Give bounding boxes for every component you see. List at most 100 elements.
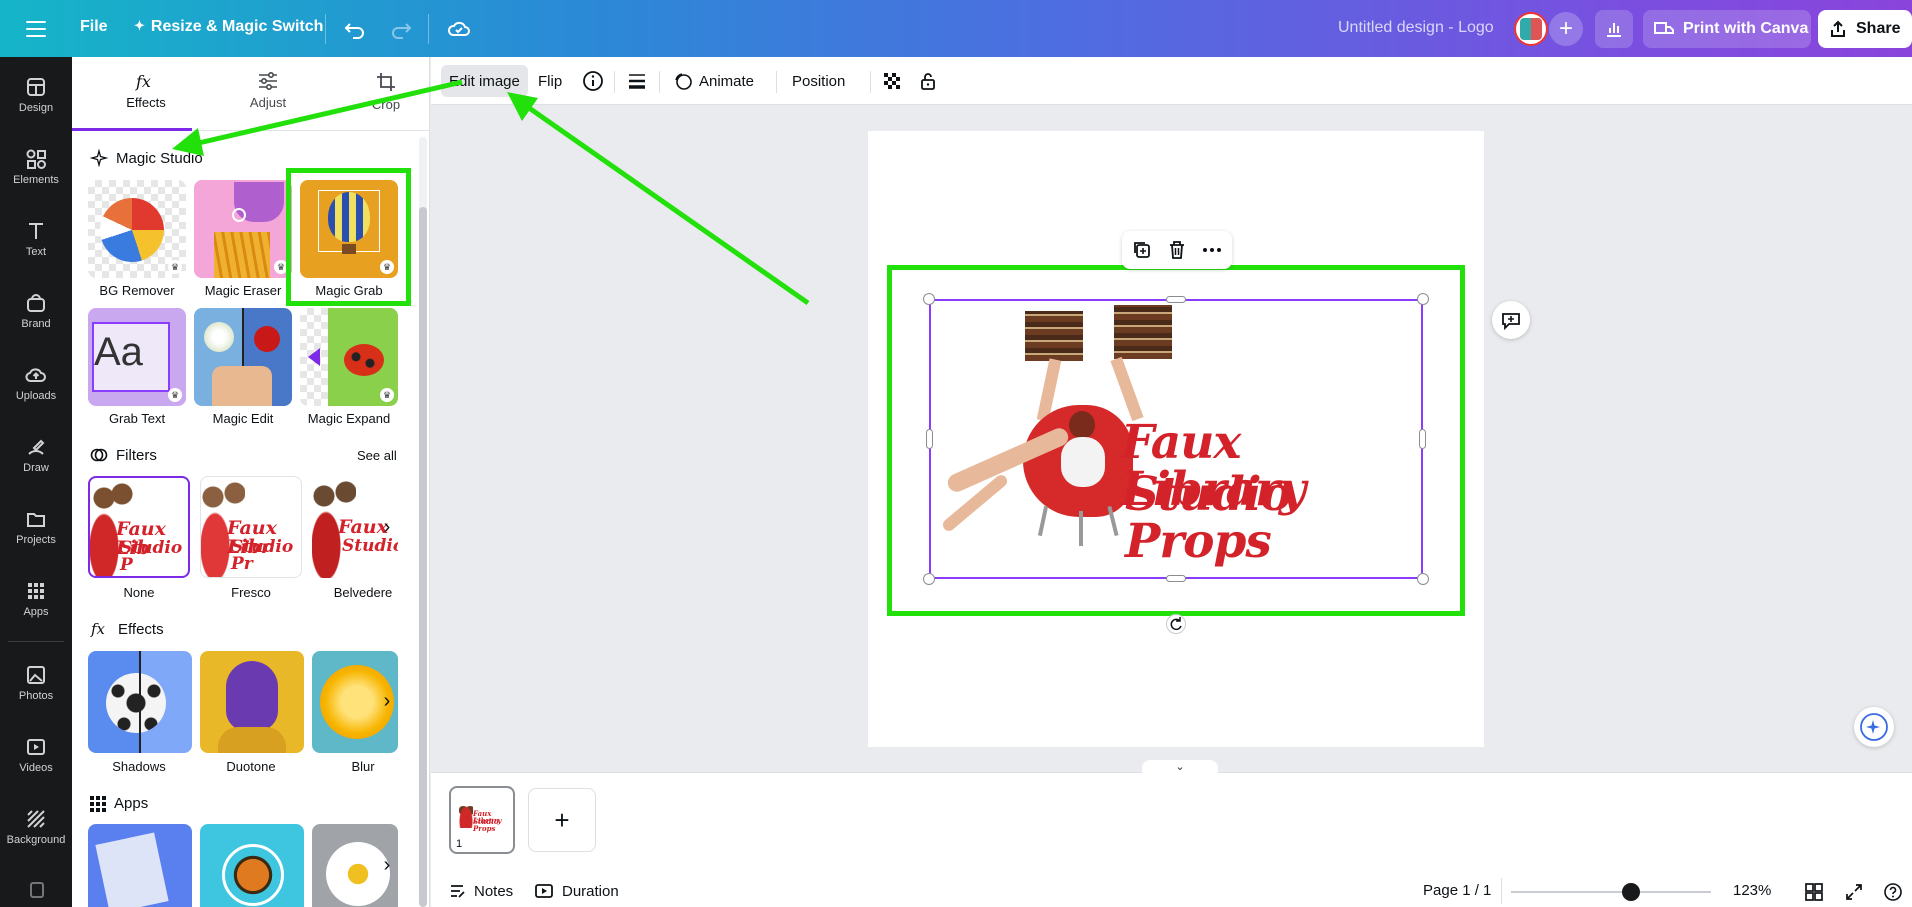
print-with-canva-button[interactable]: Print with Canva [1643, 10, 1811, 48]
comment-plus-icon [1502, 313, 1520, 331]
fx-icon: fx [90, 620, 106, 638]
grid-view-icon[interactable] [1804, 882, 1824, 907]
hamburger-menu-icon[interactable] [22, 16, 50, 40]
trash-icon[interactable] [1165, 238, 1189, 262]
magic-edit-tile[interactable] [194, 308, 292, 406]
duration-button[interactable]: Duration [534, 882, 619, 900]
redo-icon[interactable] [386, 14, 416, 44]
insights-button[interactable] [1595, 10, 1633, 48]
lock-button[interactable] [910, 65, 946, 97]
border-style-button[interactable] [619, 65, 655, 97]
app-tile-butterfly[interactable] [200, 824, 304, 907]
animate-button[interactable]: Animate [665, 65, 762, 97]
effect-shadows-tile[interactable] [88, 651, 192, 753]
top-bar: File ✦ Resize & Magic Switch Untitled de… [0, 0, 1912, 57]
zoom-slider-thumb[interactable] [1622, 883, 1640, 901]
filters-next-chevron-icon[interactable]: › [375, 515, 399, 539]
app-tile-notebook[interactable] [88, 824, 192, 907]
expand-arrow-icon [308, 348, 320, 366]
collapse-pages-chevron-icon[interactable]: ⌄ [1142, 760, 1218, 774]
photos-icon [27, 666, 45, 684]
rail-item-more[interactable] [0, 867, 72, 907]
info-icon [583, 71, 603, 91]
design-title[interactable]: Untitled design - Logo [1338, 19, 1494, 37]
crop-icon [377, 73, 395, 91]
rail-label: Uploads [15, 390, 57, 402]
tab-effects[interactable]: fx Effects [86, 57, 206, 129]
split-line [139, 651, 141, 753]
tab-adjust[interactable]: Adjust [208, 57, 328, 129]
flip-button[interactable]: Flip [530, 65, 570, 97]
effects-next-chevron-icon[interactable]: › [375, 689, 399, 713]
file-menu[interactable]: File [80, 18, 108, 36]
bg-remover-tile[interactable]: ♛ [88, 180, 186, 278]
tile-label: Magic Expand [307, 411, 391, 426]
fullscreen-icon[interactable] [1844, 882, 1864, 907]
rail-item-text[interactable]: Text [0, 208, 72, 272]
annotation-highlight-image [887, 265, 1465, 616]
print-with-canva-label: Print with Canva [1683, 20, 1809, 37]
resize-magic-switch-button[interactable]: ✦ Resize & Magic Switch [134, 18, 323, 36]
scrollbar-thumb[interactable] [419, 207, 427, 907]
rail-item-uploads[interactable]: Uploads [0, 352, 72, 416]
panel-scrollbar[interactable] [417, 137, 427, 907]
page-thumbnail[interactable]: Faux Library Studio Props 1 [449, 786, 515, 854]
videos-icon [27, 739, 45, 755]
thumb-pinup-image [459, 806, 473, 828]
ladybug-image [344, 344, 384, 376]
tile-label: Magic Edit [212, 411, 274, 426]
tab-label: Effects [126, 95, 166, 110]
fries-image [214, 232, 270, 278]
canva-assistant-button[interactable] [1854, 707, 1894, 747]
zoom-slider[interactable] [1511, 891, 1711, 893]
add-page-button[interactable]: + [528, 788, 596, 852]
apps-next-chevron-icon[interactable]: › [375, 853, 399, 877]
tab-crop[interactable]: Crop [326, 57, 429, 129]
rail-item-elements[interactable]: Elements [0, 136, 72, 200]
unlock-icon [921, 73, 935, 90]
rotate-handle-icon[interactable] [1166, 614, 1186, 634]
page-indicator[interactable]: Page 1 / 1 [1423, 882, 1491, 899]
position-button[interactable]: Position [784, 65, 853, 97]
effect-duotone-tile[interactable] [200, 651, 304, 753]
add-comment-button[interactable] [1492, 301, 1530, 339]
mini-logo-line2: Studio [342, 536, 398, 556]
rail-item-photos[interactable]: Photos [0, 652, 72, 716]
bar-chart-icon [1607, 23, 1621, 37]
rail-item-apps[interactable]: Apps [0, 568, 72, 632]
divider [1501, 878, 1502, 904]
rail-item-design[interactable]: Design [0, 64, 72, 128]
rail-item-draw[interactable]: Draw [0, 424, 72, 488]
filters-see-all-link[interactable]: See all [357, 448, 397, 463]
magic-expand-tile[interactable]: ♛ [300, 308, 398, 406]
edit-image-button[interactable]: Edit image [441, 65, 528, 97]
filter-none-tile[interactable]: Faux Lib Studio P [88, 476, 190, 578]
info-button[interactable] [574, 65, 612, 97]
cloud-saved-icon[interactable] [444, 14, 474, 44]
rail-item-projects[interactable]: Projects [0, 496, 72, 560]
elements-icon [26, 149, 46, 169]
more-options-icon[interactable] [1200, 238, 1224, 262]
magic-eraser-tile[interactable]: ♛ [194, 180, 292, 278]
avatar[interactable] [1514, 12, 1548, 46]
effects-heading: fx Effects [90, 620, 164, 638]
tab-label: Adjust [249, 95, 287, 110]
help-icon[interactable] [1883, 882, 1903, 907]
filter-fresco-tile[interactable]: Faux Libr Studio Pr [200, 476, 302, 578]
rail-item-videos[interactable]: Videos [0, 724, 72, 788]
rail-item-brand[interactable]: Brand [0, 280, 72, 344]
undo-icon[interactable] [340, 14, 370, 44]
zoom-level[interactable]: 123% [1733, 882, 1771, 899]
background-icon [27, 810, 45, 828]
transparency-button[interactable] [874, 65, 910, 97]
duplicate-icon[interactable] [1130, 238, 1154, 262]
butterfly-image [222, 844, 284, 906]
mini-logo-line2: Studio Pr [231, 537, 294, 574]
animate-label: Animate [699, 72, 755, 90]
filters-title: Filters [116, 446, 157, 464]
share-button[interactable]: Share [1818, 10, 1912, 48]
rail-item-background[interactable]: Background [0, 796, 72, 860]
invite-plus-button[interactable]: + [1549, 12, 1583, 46]
grab-text-tile[interactable]: Aa ♛ [88, 308, 186, 406]
notes-button[interactable]: Notes [448, 882, 513, 900]
